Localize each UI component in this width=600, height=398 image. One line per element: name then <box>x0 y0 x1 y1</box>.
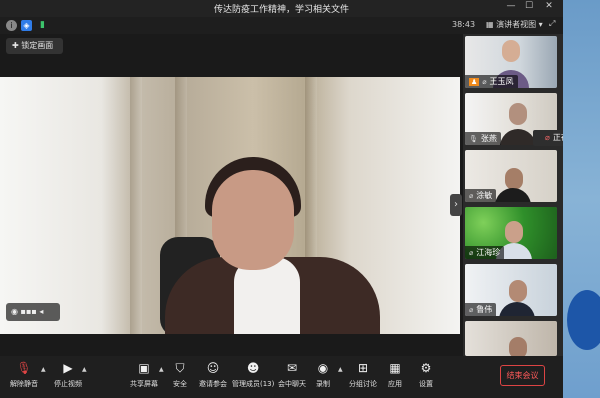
chat-icon: ✉ <box>286 361 298 375</box>
mic-off-icon: ⌀ <box>545 133 550 142</box>
manage-members-label: 管理成员(13) <box>232 380 275 388</box>
signal-icon[interactable]: ▮ <box>37 20 48 31</box>
breakout-label: 分组讨论 <box>349 380 377 388</box>
participant-tile[interactable]: ⌀ 涂敏 <box>465 150 557 202</box>
lock-view-button[interactable]: ✚ 锁定画面 <box>6 38 63 54</box>
gallery-toggle-button[interactable]: › <box>450 194 462 216</box>
grid-icon: ▦ <box>486 20 497 29</box>
minimize-button[interactable]: — <box>504 1 518 11</box>
breakout-button[interactable]: ⊞ 分组讨论 <box>349 360 377 389</box>
participant-name: 鲁伟 <box>476 305 493 314</box>
chevron-up-icon[interactable]: ▲ <box>41 366 46 373</box>
mic-icon: 🎙 <box>469 135 478 143</box>
participant-head <box>509 280 527 302</box>
end-meeting-button[interactable]: 结束会议 <box>500 365 545 386</box>
breakout-icon: ⊞ <box>357 361 369 375</box>
participant-name-tag: ⌀ 江海珍 <box>465 246 505 259</box>
meeting-info-bar <box>0 17 563 34</box>
participant-tile[interactable]: ⌀ 鲁伟 <box>465 264 557 316</box>
lock-view-label: 锁定画面 <box>21 41 54 50</box>
title-bar: 传达防疫工作精神，学习相关文件 — ☐ ✕ <box>0 0 563 17</box>
mic-off-icon: ⌀ <box>482 78 487 86</box>
speaker-view-label: 演讲者视图 <box>496 20 537 29</box>
chevron-up-icon[interactable]: ▲ <box>159 366 164 373</box>
meeting-timer: 38:43 <box>452 20 476 29</box>
speaker-face <box>212 170 294 270</box>
chevron-up-icon[interactable]: ▲ <box>82 366 87 373</box>
participant-head <box>502 40 520 62</box>
invite-button[interactable]: ☺ 邀请参会 <box>199 360 227 389</box>
shield-icon[interactable]: ◈ <box>21 20 32 31</box>
fullscreen-icon[interactable]: ⤢ <box>549 19 555 29</box>
unmute-label: 解除静音 <box>10 380 38 388</box>
shield-icon: ⛉ <box>175 361 185 375</box>
settings-icon: ⚙ <box>420 361 432 375</box>
record-icon: ◉ <box>317 361 329 375</box>
participant-tile[interactable] <box>465 321 557 356</box>
host-badge-icon: ♟ <box>469 78 480 86</box>
apps-button[interactable]: ▦ 应用 <box>388 360 402 389</box>
maximize-button[interactable]: ☐ <box>522 1 536 11</box>
chevron-down-icon: ▾ <box>538 20 543 29</box>
chevron-up-icon[interactable]: ▲ <box>338 366 343 373</box>
participant-head <box>505 221 523 243</box>
share-screen-button[interactable]: ▣ 共享屏幕 <box>130 360 158 389</box>
video-icon: ▶ <box>63 361 73 375</box>
participant-name-tag: ⌀ 涂敏 <box>465 189 497 202</box>
stop-video-button[interactable]: ▶ 停止视频 <box>54 360 82 389</box>
chat-button[interactable]: ✉ 会中聊天 <box>278 360 306 389</box>
window-title: 传达防疫工作精神，学习相关文件 <box>213 5 349 15</box>
video-control-bar[interactable]: ◉ ▪▪▪ ◂ <box>6 303 60 321</box>
participant-head <box>505 168 523 190</box>
settings-button[interactable]: ⚙ 设置 <box>419 360 433 389</box>
chat-label: 会中聊天 <box>278 380 306 388</box>
mic-off-icon: ⌀ <box>469 249 474 257</box>
participant-name: 涂敏 <box>476 191 493 200</box>
participant-name: 张燕 <box>480 134 497 143</box>
speaker-view-button[interactable]: ▦ 演讲者视图 ▾ <box>486 19 543 30</box>
participant-head <box>509 337 527 356</box>
desktop-background <box>563 0 600 398</box>
mic-off-icon: 🎙 <box>16 361 32 375</box>
unmute-button[interactable]: 🎙 解除静音 <box>10 360 38 389</box>
close-button[interactable]: ✕ <box>542 1 556 11</box>
curtain-fold <box>130 77 142 334</box>
manage-members-button[interactable]: ☻ 管理成员(13) <box>232 360 274 389</box>
mic-off-icon: ⌀ <box>469 306 474 314</box>
apps-label: 应用 <box>388 380 402 388</box>
participant-name-tag: ♟ ⌀ 王玉凤 <box>465 75 518 88</box>
invite-label: 邀请参会 <box>199 380 227 388</box>
mic-off-icon: ⌀ <box>469 192 474 200</box>
active-speaker-video <box>0 77 460 334</box>
participant-name-tag: 🎙 张燕 <box>465 132 501 145</box>
settings-label: 设置 <box>419 380 433 388</box>
participant-name: 江海珍 <box>476 248 501 257</box>
security-button[interactable]: ⛉ 安全 <box>173 360 187 389</box>
participant-tile[interactable]: ⌀ 江海珍 <box>465 207 557 259</box>
record-button[interactable]: ◉ 录制 <box>316 360 330 389</box>
pin-icon: ✚ <box>12 41 22 50</box>
participant-name-tag: ⌀ 鲁伟 <box>465 303 497 316</box>
participant-name: 王玉凤 <box>489 77 514 86</box>
members-icon: ☻ <box>246 361 260 375</box>
participant-tile[interactable]: ♟ ⌀ 王玉凤 <box>465 36 557 88</box>
security-label: 安全 <box>173 380 187 388</box>
stop-video-label: 停止视频 <box>54 380 82 388</box>
info-icon[interactable]: i <box>6 20 17 31</box>
share-screen-label: 共享屏幕 <box>130 380 158 388</box>
share-screen-icon: ▣ <box>138 361 150 375</box>
record-label: 录制 <box>316 380 330 388</box>
participant-head <box>509 103 527 125</box>
apps-icon: ▦ <box>389 361 401 375</box>
invite-icon: ☺ <box>206 361 220 375</box>
